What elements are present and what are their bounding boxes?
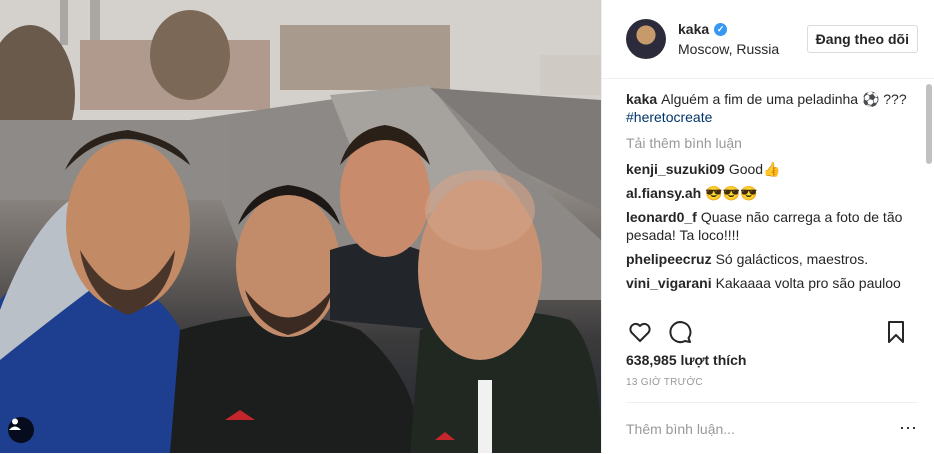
- action-bar: [626, 318, 910, 346]
- username-link[interactable]: kaka: [678, 21, 709, 37]
- comment-text: Good👍: [728, 161, 781, 177]
- caption-username[interactable]: kaka: [626, 91, 657, 107]
- add-comment-input[interactable]: Thêm bình luận...: [626, 421, 735, 437]
- comment-item: vini_vigarani Kakaaaa volta pro são paulo…: [626, 274, 918, 292]
- user-tag-icon[interactable]: [8, 417, 34, 443]
- comment-username[interactable]: leonard0_f: [626, 209, 697, 225]
- comment-text: Só galácticos, maestros.: [715, 251, 869, 267]
- comment-text: 😎😎😎: [705, 185, 758, 201]
- comment-item: kenji_suzuki09 Good👍: [626, 160, 918, 178]
- header-info: kaka ✓ Moscow, Russia: [678, 21, 807, 57]
- location-link[interactable]: Moscow, Russia: [678, 41, 807, 57]
- post-timestamp[interactable]: 13 GIỜ TRƯỚC: [626, 377, 703, 388]
- post-photo[interactable]: [0, 0, 601, 453]
- hashtag-link[interactable]: #heretocreate: [626, 109, 712, 125]
- avatar[interactable]: [626, 19, 666, 59]
- add-comment-bar: Thêm bình luận... ⋯: [626, 402, 918, 454]
- header-username-row: kaka ✓: [678, 21, 807, 37]
- comment-icon[interactable]: [666, 318, 694, 346]
- comments-scrollbar[interactable]: [926, 84, 932, 164]
- comment-item: leonard0_f Quase não carrega a foto de tã…: [626, 208, 918, 244]
- comment-username[interactable]: phelipeecruz: [626, 251, 712, 267]
- comment-username[interactable]: kenji_suzuki09: [626, 161, 725, 177]
- comment-username[interactable]: vini_vigarani: [626, 275, 712, 291]
- more-options-icon[interactable]: ⋯: [899, 418, 918, 439]
- caption-text: Alguém a fim de uma peladinha ⚽ ???: [661, 91, 907, 107]
- following-button[interactable]: Đang theo dõi: [806, 25, 918, 53]
- comment-item: phelipeecruz Só galácticos, maestros.: [626, 250, 918, 268]
- post-header: kaka ✓ Moscow, Russia Đang theo dõi: [602, 0, 934, 79]
- verified-badge-icon: ✓: [714, 22, 728, 36]
- comments-section: kaka Alguém a fim de uma peladinha ⚽ ??? …: [626, 90, 918, 308]
- caption: kaka Alguém a fim de uma peladinha ⚽ ??? …: [626, 90, 918, 126]
- load-more-comments[interactable]: Tải thêm bình luận: [626, 134, 918, 152]
- comment-username[interactable]: al.fiansy.ah: [626, 185, 701, 201]
- bookmark-icon[interactable]: [882, 318, 910, 346]
- heart-icon[interactable]: [626, 318, 654, 346]
- comment-text: Kakaaaa volta pro são pauloo: [715, 275, 901, 291]
- likes-count[interactable]: 638,985 lượt thích: [626, 352, 746, 368]
- comment-item: al.fiansy.ah 😎😎😎: [626, 184, 918, 202]
- photo-illustration: [0, 0, 601, 453]
- post-side-panel: kaka ✓ Moscow, Russia Đang theo dõi kaka…: [601, 0, 934, 453]
- post-container: kaka ✓ Moscow, Russia Đang theo dõi kaka…: [0, 0, 934, 453]
